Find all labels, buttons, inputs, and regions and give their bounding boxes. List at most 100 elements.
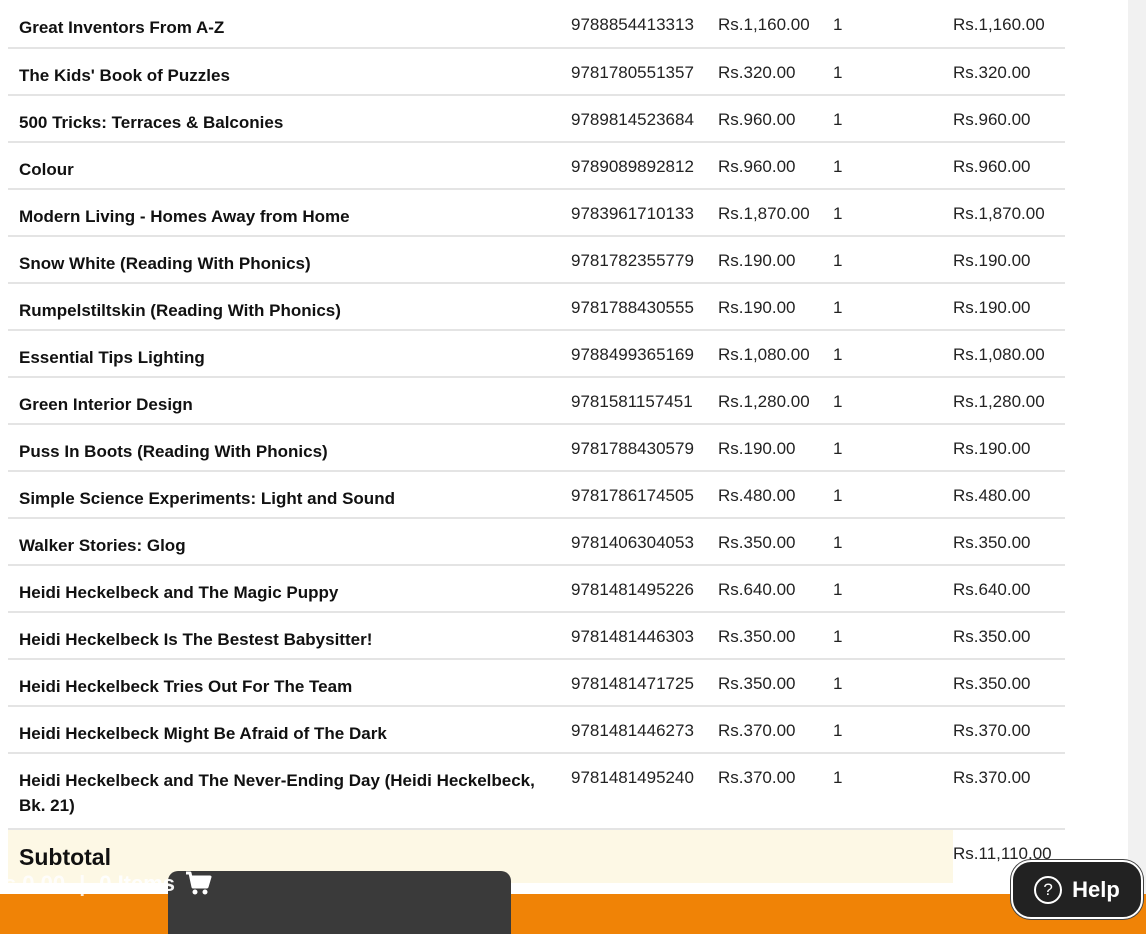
item-total: Rs.370.00 <box>953 753 1065 830</box>
item-quantity: 1 <box>833 612 953 660</box>
order-item-row: Walker Stories: Glog 9781406304053 Rs.350.… <box>8 518 1065 566</box>
item-title: Green Interior Design <box>8 377 571 425</box>
item-quantity: 1 <box>833 753 953 830</box>
item-title: Snow White (Reading With Phonics) <box>8 236 571 284</box>
item-total: Rs.350.00 <box>953 612 1065 660</box>
item-quantity: 1 <box>833 283 953 331</box>
item-price: Rs.190.00 <box>718 236 833 284</box>
cart-panel[interactable] <box>168 871 511 934</box>
page-scrollbar[interactable] <box>1128 0 1146 934</box>
item-total: Rs.480.00 <box>953 471 1065 519</box>
item-total: Rs.190.00 <box>953 283 1065 331</box>
item-title: Essential Tips Lighting <box>8 330 571 378</box>
item-title: 500 Tricks: Terraces & Balconies <box>8 95 571 143</box>
item-title: Great Inventors From A-Z <box>8 1 571 49</box>
help-button[interactable]: ? Help <box>1011 860 1143 919</box>
item-price: Rs.190.00 <box>718 283 833 331</box>
item-isbn: 9781786174505 <box>571 471 718 519</box>
cart-separator: | <box>79 871 86 896</box>
item-isbn: 9783961710133 <box>571 189 718 237</box>
item-title: Colour <box>8 142 571 190</box>
help-button-label: Help <box>1072 876 1120 902</box>
item-price: Rs.320.00 <box>718 48 833 96</box>
item-quantity: 1 <box>833 377 953 425</box>
item-isbn: 9781406304053 <box>571 518 718 566</box>
item-isbn: 9789814523684 <box>571 95 718 143</box>
shopping-cart-icon[interactable] <box>185 871 213 897</box>
item-title: Simple Science Experiments: Light and So… <box>8 471 571 519</box>
item-price: Rs.350.00 <box>718 659 833 707</box>
item-total: Rs.190.00 <box>953 424 1065 472</box>
item-quantity: 1 <box>833 95 953 143</box>
item-total: Rs.1,080.00 <box>953 330 1065 378</box>
item-price: Rs.1,160.00 <box>718 1 833 49</box>
item-isbn: 9788854413313 <box>571 1 718 49</box>
item-isbn: 9789089892812 <box>571 142 718 190</box>
item-quantity: 1 <box>833 1 953 49</box>
item-title: Puss In Boots (Reading With Phonics) <box>8 424 571 472</box>
item-title: The Kids' Book of Puzzles <box>8 48 571 96</box>
item-price: Rs.640.00 <box>718 565 833 613</box>
order-item-row: Great Inventors From A-Z 9788854413313 Rs.… <box>8 1 1065 49</box>
order-item-row: 500 Tricks: Terraces & Balconies 97898145… <box>8 95 1065 143</box>
order-item-row: Snow White (Reading With Phonics) 9781782… <box>8 236 1065 284</box>
item-quantity: 1 <box>833 142 953 190</box>
mini-cart-summary[interactable]: Rs.0.00 | 0 Items <box>0 870 213 898</box>
order-item-row: Colour 9789089892812 Rs.960.00 1 Rs.960.00 <box>8 142 1065 190</box>
cart-amount: Rs.0.00 <box>0 871 66 896</box>
order-item-row: Essential Tips Lighting 9788499365169 Rs.1… <box>8 330 1065 378</box>
order-item-row: Heidi Heckelbeck and The Magic Puppy 9781… <box>8 565 1065 613</box>
item-isbn: 9781581157451 <box>571 377 718 425</box>
item-title: Heidi Heckelbeck Tries Out For The Team <box>8 659 571 707</box>
cart-item-count: 0 Items <box>99 871 176 896</box>
order-item-row: Modern Living - Homes Away from Home 9783… <box>8 189 1065 237</box>
item-price: Rs.370.00 <box>718 706 833 754</box>
item-total: Rs.350.00 <box>953 518 1065 566</box>
item-isbn: 9781481446273 <box>571 706 718 754</box>
order-items-body: Great Inventors From A-Z 9788854413313 Rs.… <box>8 1 1065 830</box>
item-quantity: 1 <box>833 330 953 378</box>
item-isbn: 9781782355779 <box>571 236 718 284</box>
item-title: Heidi Heckelbeck Is The Bestest Babysitt… <box>8 612 571 660</box>
item-isbn: 9781788430555 <box>571 283 718 331</box>
item-isbn: 9781788430579 <box>571 424 718 472</box>
order-item-row: Heidi Heckelbeck Might Be Afraid of The … <box>8 706 1065 754</box>
item-isbn: 9781481471725 <box>571 659 718 707</box>
item-total: Rs.1,870.00 <box>953 189 1065 237</box>
item-total: Rs.960.00 <box>953 95 1065 143</box>
item-total: Rs.350.00 <box>953 659 1065 707</box>
item-total: Rs.1,280.00 <box>953 377 1065 425</box>
item-isbn: 9781481495226 <box>571 565 718 613</box>
item-quantity: 1 <box>833 706 953 754</box>
order-item-row: Heidi Heckelbeck Is The Bestest Babysitt… <box>8 612 1065 660</box>
item-isbn: 9781481495240 <box>571 753 718 830</box>
item-title: Heidi Heckelbeck Might Be Afraid of The … <box>8 706 571 754</box>
item-quantity: 1 <box>833 189 953 237</box>
order-items-table: Great Inventors From A-Z 9788854413313 Rs.… <box>8 1 1065 883</box>
item-quantity: 1 <box>833 565 953 613</box>
order-item-row: Simple Science Experiments: Light and So… <box>8 471 1065 519</box>
item-quantity: 1 <box>833 236 953 284</box>
order-item-row: Heidi Heckelbeck and The Never-Ending Da… <box>8 753 1065 830</box>
item-price: Rs.370.00 <box>718 753 833 830</box>
item-quantity: 1 <box>833 659 953 707</box>
item-price: Rs.190.00 <box>718 424 833 472</box>
question-circle-icon: ? <box>1034 875 1063 904</box>
item-price: Rs.350.00 <box>718 612 833 660</box>
item-price: Rs.1,080.00 <box>718 330 833 378</box>
order-item-row: Heidi Heckelbeck Tries Out For The Team 9… <box>8 659 1065 707</box>
item-price: Rs.1,280.00 <box>718 377 833 425</box>
item-total: Rs.190.00 <box>953 236 1065 284</box>
item-isbn: 9781780551357 <box>571 48 718 96</box>
item-isbn: 9781481446303 <box>571 612 718 660</box>
item-total: Rs.320.00 <box>953 48 1065 96</box>
item-price: Rs.1,870.00 <box>718 189 833 237</box>
item-price: Rs.960.00 <box>718 95 833 143</box>
item-isbn: 9788499365169 <box>571 330 718 378</box>
order-item-row: Rumpelstiltskin (Reading With Phonics) 97… <box>8 283 1065 331</box>
order-item-row: Puss In Boots (Reading With Phonics) 9781… <box>8 424 1065 472</box>
item-quantity: 1 <box>833 471 953 519</box>
item-quantity: 1 <box>833 424 953 472</box>
item-title: Walker Stories: Glog <box>8 518 571 566</box>
item-title: Heidi Heckelbeck and The Never-Ending Da… <box>8 753 571 830</box>
